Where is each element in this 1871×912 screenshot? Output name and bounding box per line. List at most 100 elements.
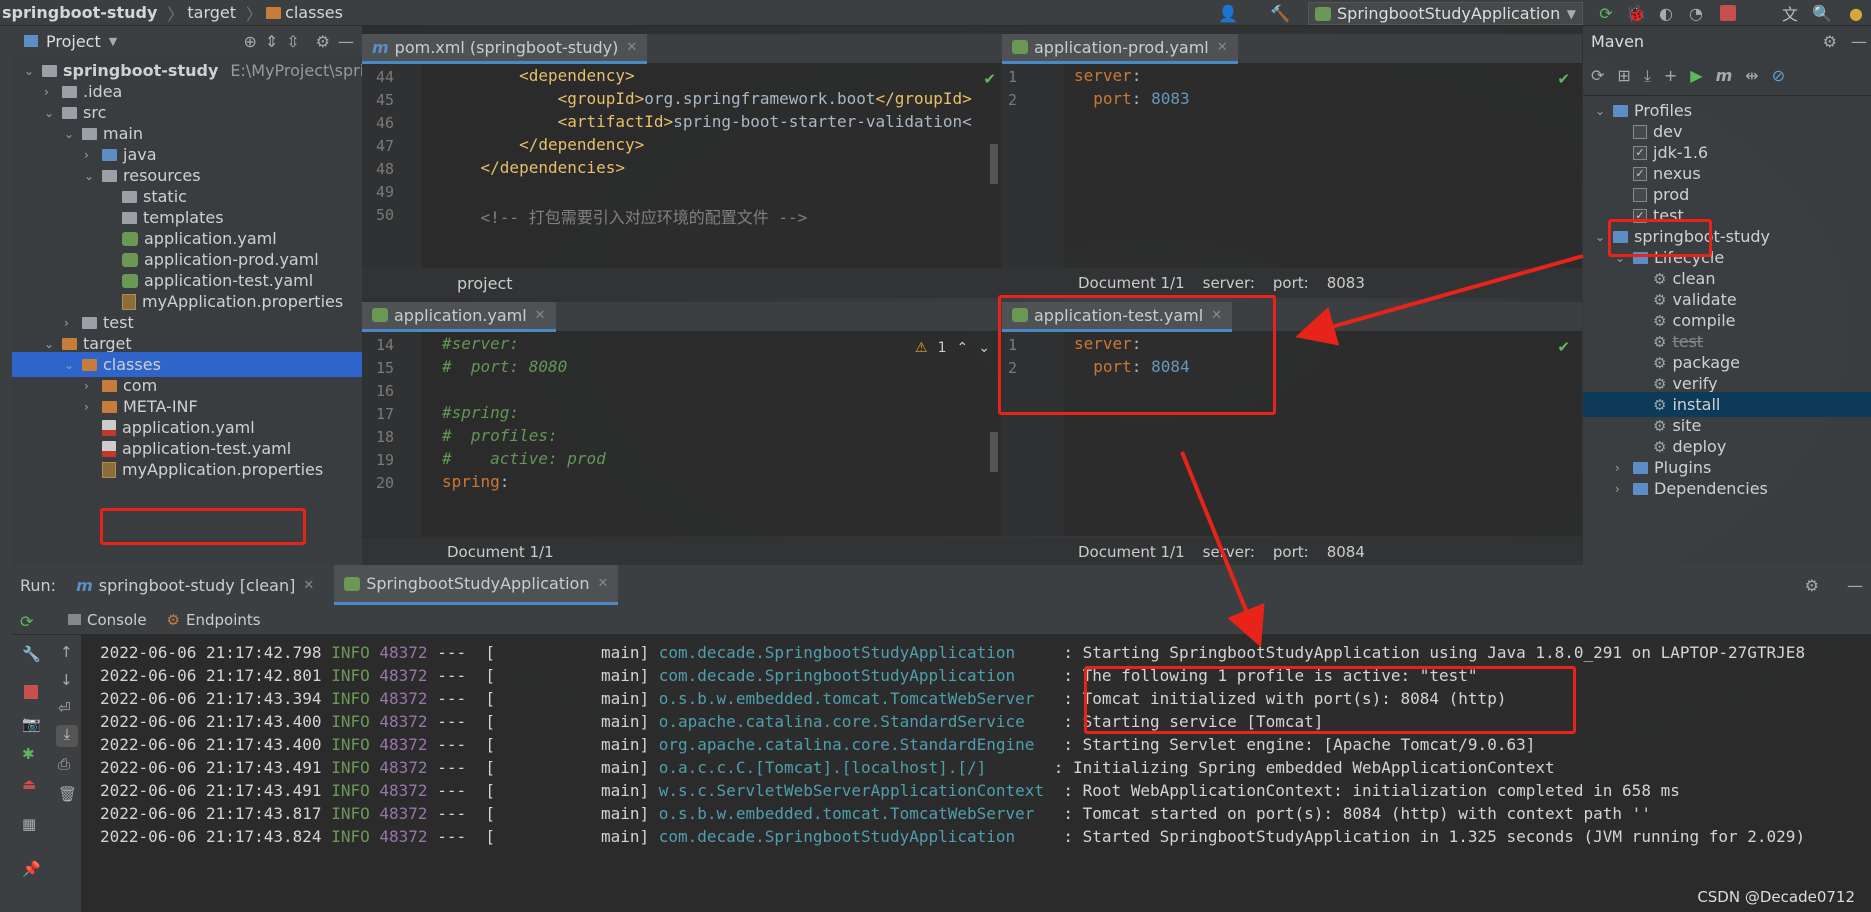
- execute-goal-icon[interactable]: m: [1716, 66, 1733, 85]
- tab-application-yaml[interactable]: application.yaml ✕: [362, 301, 556, 332]
- hide-icon[interactable]: —: [1847, 576, 1863, 595]
- project-panel-title[interactable]: Project: [46, 32, 101, 51]
- tab-run-clean[interactable]: m springboot-study [clean] ✕: [66, 565, 324, 605]
- search-icon[interactable]: 🔍: [1812, 3, 1832, 23]
- tab-console[interactable]: Console: [68, 611, 147, 629]
- breadcrumb-target[interactable]: target: [187, 3, 242, 22]
- chevron-down-icon[interactable]: ⌄: [978, 340, 990, 356]
- chevron-right-icon[interactable]: ›: [84, 379, 96, 393]
- chevron-up-icon[interactable]: ⌃: [957, 340, 969, 356]
- run-configuration-selector[interactable]: SpringbootStudyApplication ▼: [1308, 2, 1583, 25]
- skip-tests-icon[interactable]: ⊘: [1772, 66, 1785, 85]
- camera-icon[interactable]: 📷: [22, 715, 41, 733]
- close-icon[interactable]: ✕: [1217, 40, 1228, 55]
- chevron-right-icon[interactable]: ›: [1615, 461, 1627, 475]
- tree-item[interactable]: myApplication.properties: [104, 289, 343, 314]
- collapse-all-icon[interactable]: ⇳: [286, 32, 299, 51]
- download-icon[interactable]: ⤓: [1644, 66, 1651, 86]
- tree-item[interactable]: ⌄ classes: [12, 352, 362, 377]
- chevron-down-icon[interactable]: ⌄: [44, 106, 56, 120]
- maven-item[interactable]: ⚙ install: [1583, 392, 1871, 417]
- generate-sources-icon[interactable]: ⊞: [1617, 66, 1630, 85]
- checkbox[interactable]: ✓: [1633, 166, 1647, 181]
- chevron-right-icon[interactable]: ›: [44, 85, 56, 99]
- chevron-right-icon[interactable]: ›: [64, 316, 76, 330]
- pom-breadcrumb[interactable]: project: [362, 268, 1002, 298]
- yaml-path-server[interactable]: server:: [1203, 543, 1255, 561]
- scroll-to-end-icon[interactable]: ⤓: [56, 725, 78, 747]
- translate-icon[interactable]: 文: [1780, 3, 1800, 24]
- pin-icon[interactable]: 📌: [22, 860, 41, 878]
- chevron-down-icon[interactable]: ⌄: [1595, 230, 1607, 244]
- inspection-widget[interactable]: ⚠ 1 ⌃ ⌄: [915, 340, 990, 356]
- chevron-right-icon[interactable]: ›: [1615, 482, 1627, 496]
- rerun-icon[interactable]: ⟳: [1596, 3, 1616, 23]
- tab-application-prod[interactable]: application-prod.yaml ✕: [1002, 33, 1238, 64]
- add-icon[interactable]: +: [1664, 66, 1677, 85]
- scrollbar[interactable]: [990, 432, 998, 472]
- ide-logo-icon[interactable]: ●: [1846, 3, 1866, 23]
- chevron-down-icon[interactable]: ⌄: [1595, 104, 1607, 118]
- coverage-icon[interactable]: ◐: [1656, 3, 1676, 23]
- yaml-path-value[interactable]: 8084: [1327, 543, 1365, 561]
- breadcrumb-project[interactable]: springboot-study: [0, 3, 163, 22]
- pom-editor[interactable]: 44 45 46 47 48 49 50 ✔ <dependency> <groupId>o…: [362, 64, 1002, 268]
- print-icon[interactable]: ⎙: [58, 755, 70, 773]
- tab-endpoints[interactable]: ⚙ Endpoints: [167, 611, 261, 629]
- close-icon[interactable]: ✕: [626, 40, 637, 55]
- soft-wrap-icon[interactable]: ⏎: [58, 699, 71, 717]
- bug-icon[interactable]: ✱: [22, 745, 35, 763]
- checkbox[interactable]: [1633, 124, 1647, 139]
- stop-icon[interactable]: [24, 685, 38, 699]
- chevron-right-icon[interactable]: ›: [84, 148, 96, 162]
- arrow-down-icon[interactable]: ↓: [60, 671, 73, 689]
- close-icon[interactable]: ✕: [597, 576, 608, 591]
- yaml-path-port[interactable]: port:: [1273, 274, 1309, 292]
- toggle-offline-icon[interactable]: ⇹: [1745, 66, 1758, 85]
- breadcrumb-classes[interactable]: classes: [266, 3, 349, 22]
- app-editor[interactable]: 14 15 16 17 18 19 20 ⚠ 1 ⌃ ⌄ #server: # port: 8…: [362, 332, 1002, 536]
- expand-all-icon[interactable]: ⇕: [265, 32, 278, 51]
- yaml-path-port[interactable]: port:: [1273, 543, 1309, 561]
- tab-pom-xml[interactable]: m pom.xml (springboot-study) ✕: [362, 33, 648, 64]
- user-icon[interactable]: 👤: [1218, 3, 1238, 23]
- chevron-down-icon[interactable]: ⌄: [44, 337, 56, 351]
- chevron-down-icon[interactable]: ⌄: [84, 169, 96, 183]
- trash-icon[interactable]: 🗑: [58, 785, 77, 803]
- hide-icon[interactable]: —: [1851, 32, 1867, 51]
- check-icon: ✔: [1557, 70, 1570, 88]
- yaml-path-server[interactable]: server:: [1203, 274, 1255, 292]
- maven-item[interactable]: › Dependencies: [1615, 476, 1768, 501]
- profile-icon[interactable]: ◔: [1686, 3, 1706, 23]
- rerun-icon[interactable]: ⟳: [20, 612, 33, 631]
- prod-editor[interactable]: 12 ✔ server: port: 8083: [1002, 64, 1582, 268]
- close-icon[interactable]: ✕: [535, 308, 546, 323]
- chevron-down-icon[interactable]: ⌄: [24, 64, 36, 78]
- tree-item[interactable]: myApplication.properties: [84, 457, 323, 482]
- console-output[interactable]: 2022-06-06 21:17:42.798 INFO 48372 --- […: [82, 635, 1871, 912]
- checkbox[interactable]: [1633, 187, 1647, 202]
- checkbox[interactable]: ✓: [1633, 145, 1647, 160]
- chevron-down-icon[interactable]: ⌄: [64, 127, 76, 141]
- layout-icon[interactable]: ▦: [22, 815, 36, 833]
- arrow-up-icon[interactable]: ↑: [60, 643, 73, 661]
- chevron-right-icon[interactable]: ›: [84, 400, 96, 414]
- tab-run-application[interactable]: SpringbootStudyApplication ✕: [334, 565, 619, 605]
- hide-icon[interactable]: —: [338, 32, 354, 51]
- gear-icon[interactable]: ⚙: [1805, 576, 1819, 595]
- stop-icon[interactable]: [1720, 5, 1736, 21]
- build-hammer-icon[interactable]: 🔨: [1270, 3, 1290, 23]
- locate-icon[interactable]: ⊕: [243, 32, 256, 51]
- gear-icon[interactable]: ⚙: [316, 32, 330, 51]
- wrench-icon[interactable]: 🔧: [22, 645, 41, 663]
- chevron-down-icon[interactable]: ▼: [109, 35, 117, 48]
- close-icon[interactable]: ✕: [303, 578, 314, 593]
- gear-icon[interactable]: ⚙: [1823, 32, 1837, 51]
- chevron-down-icon[interactable]: ⌄: [64, 358, 76, 372]
- yaml-path-value[interactable]: 8083: [1327, 274, 1365, 292]
- run-icon[interactable]: ▶: [1690, 66, 1702, 85]
- reload-icon[interactable]: ⟳: [1591, 66, 1604, 85]
- scrollbar[interactable]: [990, 144, 998, 184]
- debug-icon[interactable]: 🐞: [1626, 3, 1646, 23]
- exit-icon[interactable]: ⏏: [22, 775, 36, 793]
